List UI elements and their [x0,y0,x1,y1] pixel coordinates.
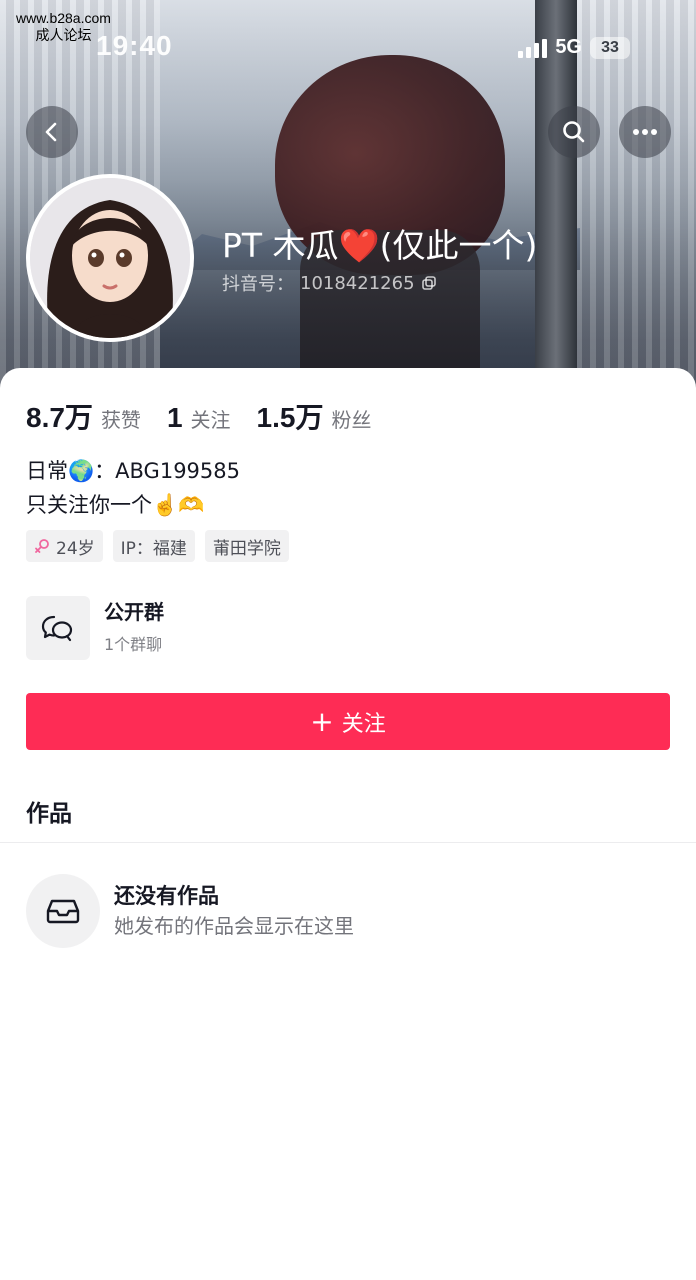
search-icon [563,121,585,143]
stat-label: 关注 [190,408,231,432]
inbox-icon [26,874,100,948]
female-icon [35,539,49,553]
plus-icon: + [310,704,334,738]
bio-line-1: 日常 🌍 ：ABG199585 [26,454,240,488]
stat-followers[interactable]: 1.5万 粉丝 [257,396,372,436]
avatar-illustration [30,178,190,338]
empty-state-text: 还没有作品 她发布的作品会显示在这里 [114,881,354,941]
battery-icon: 33 [590,36,630,59]
profile-tags: 24岁 IP：福建 莆田学院 [26,530,289,562]
stat-value: 8.7万 [26,402,93,433]
public-group-entry[interactable]: 公开群 1个群聊 [26,596,666,660]
stat-value: 1 [166,402,183,433]
more-icon [633,129,657,135]
group-text: 公开群 1个群聊 [104,598,164,658]
back-button[interactable] [26,106,78,158]
profile-content-card: 8.7万 获赞 1 关注 1.5万 粉丝 日常 🌍 ：ABG199585 只关注… [0,368,696,1280]
status-bar-right: 5G 33 [518,36,630,59]
heart-emoji-icon: ❤️ [338,226,380,265]
tag-school[interactable]: 莆田学院 [204,530,289,562]
watermark-text: 成人论坛 [35,27,92,43]
group-subtitle: 1个群聊 [104,635,163,654]
chevron-left-icon [45,122,57,142]
avatar[interactable] [26,174,194,342]
nickname-text: PT 木瓜 [222,226,339,265]
empty-state-subtitle: 她发布的作品会显示在这里 [114,914,354,938]
tag-age: 24岁 [26,530,103,562]
stat-label: 粉丝 [331,408,372,432]
cover-window-frame [535,0,577,400]
tab-works[interactable]: 作品 [26,794,72,828]
globe-emoji-icon: 🌍 [68,459,95,483]
follow-button[interactable]: + 关注 [26,693,670,750]
bio-text: 日常 [26,459,68,483]
tag-label: IP：福建 [120,538,187,559]
bio-text: ：ABG199585 [94,459,240,483]
stat-likes[interactable]: 8.7万 获赞 [26,396,141,436]
empty-state-title: 还没有作品 [114,884,219,908]
empty-works-state: 还没有作品 她发布的作品会显示在这里 [26,874,354,948]
more-options-button[interactable] [619,106,671,158]
douyin-id-row[interactable]: 抖音号： 1018421265 [222,270,437,296]
stat-following[interactable]: 1 关注 [167,402,231,434]
hand-emoji-icon: ☝️🫶 [152,493,205,517]
search-button[interactable] [548,106,600,158]
bio-line-2: 只关注你一个 ☝️🫶 [26,488,240,522]
copy-icon[interactable] [421,275,437,291]
tag-label: 莆田学院 [212,538,281,559]
stat-label: 获赞 [100,408,141,432]
watermark-url: www.b28a.com [16,10,111,26]
bio-text: 只关注你一个 [26,493,152,517]
watermark: www.b28a.com 成人论坛 [16,10,111,44]
profile-nickname: PT 木瓜❤️(仅此一个) [222,219,537,267]
group-chat-icon [26,596,90,660]
follow-button-label: 关注 [341,711,386,737]
divider [0,842,696,843]
profile-bio: 日常 🌍 ：ABG199585 只关注你一个 ☝️🫶 [26,454,240,522]
profile-stats: 8.7万 获赞 1 关注 1.5万 粉丝 [26,396,397,436]
curtain-right [576,0,696,400]
group-title: 公开群 [104,600,164,624]
douyin-id-label: 抖音号： [222,274,294,295]
tag-label: 24岁 [56,538,95,559]
stat-value: 1.5万 [256,402,324,433]
douyin-id-value: 1018421265 [300,272,415,294]
tag-ip: IP：福建 [112,530,195,562]
signal-icon [518,38,548,58]
nickname-suffix: (仅此一个) [379,226,538,265]
network-type: 5G [555,36,582,58]
